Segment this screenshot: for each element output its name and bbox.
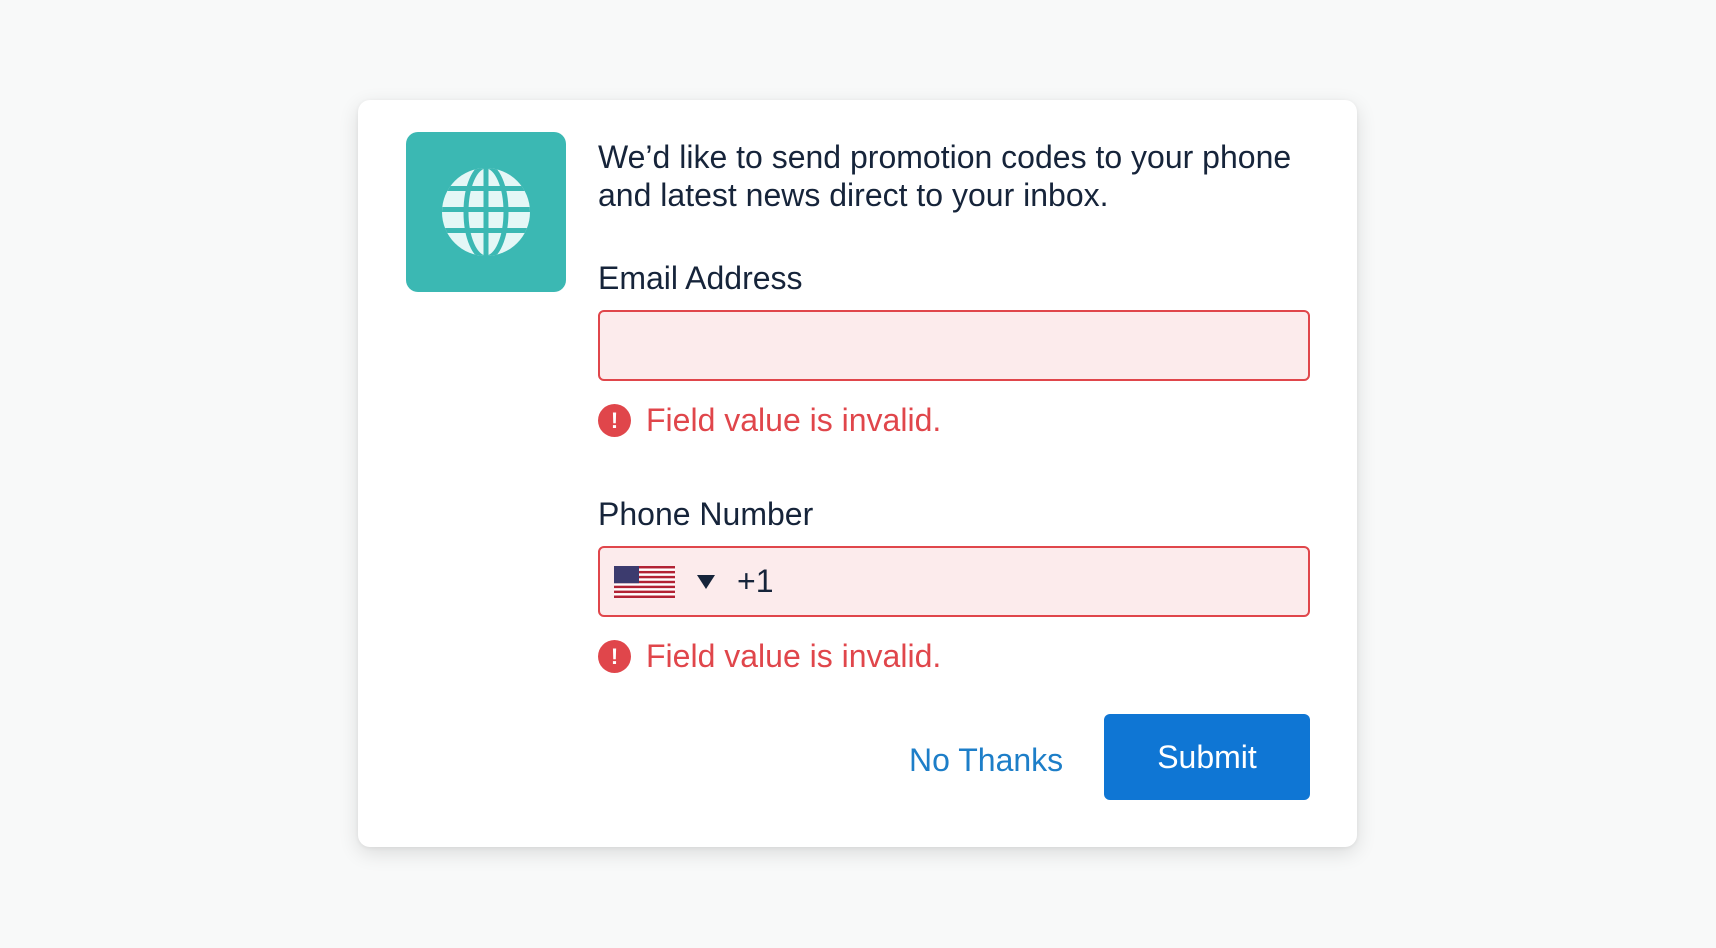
error-icon: ! [598,640,631,673]
brand-logo-tile [406,132,566,292]
no-thanks-button[interactable]: No Thanks [909,742,1063,779]
error-icon: ! [598,404,631,437]
submit-button[interactable]: Submit [1104,714,1310,800]
phone-error: ! Field value is invalid. [598,638,941,675]
email-error-text: Field value is invalid. [646,402,942,438]
phone-label: Phone Number [598,496,814,532]
globe-icon [442,168,530,256]
email-field-wrapper [598,310,1310,381]
phone-input-row: +1 [600,548,1308,615]
phone-field[interactable]: +1 [598,546,1310,617]
intro-text: We’d like to send promotion codes to you… [598,139,1292,213]
country-dropdown-caret-icon[interactable] [697,574,715,589]
phone-error-text: Field value is invalid. [646,638,942,674]
promo-signup-dialog: We’d like to send promotion codes to you… [358,100,1357,847]
email-label: Email Address [598,260,803,296]
us-flag-icon[interactable] [614,565,675,598]
email-error: ! Field value is invalid. [598,402,941,439]
email-field[interactable] [600,312,1308,379]
dialog-content: We’d like to send promotion codes to you… [598,138,1310,800]
phone-dial-code[interactable]: +1 [737,563,773,600]
